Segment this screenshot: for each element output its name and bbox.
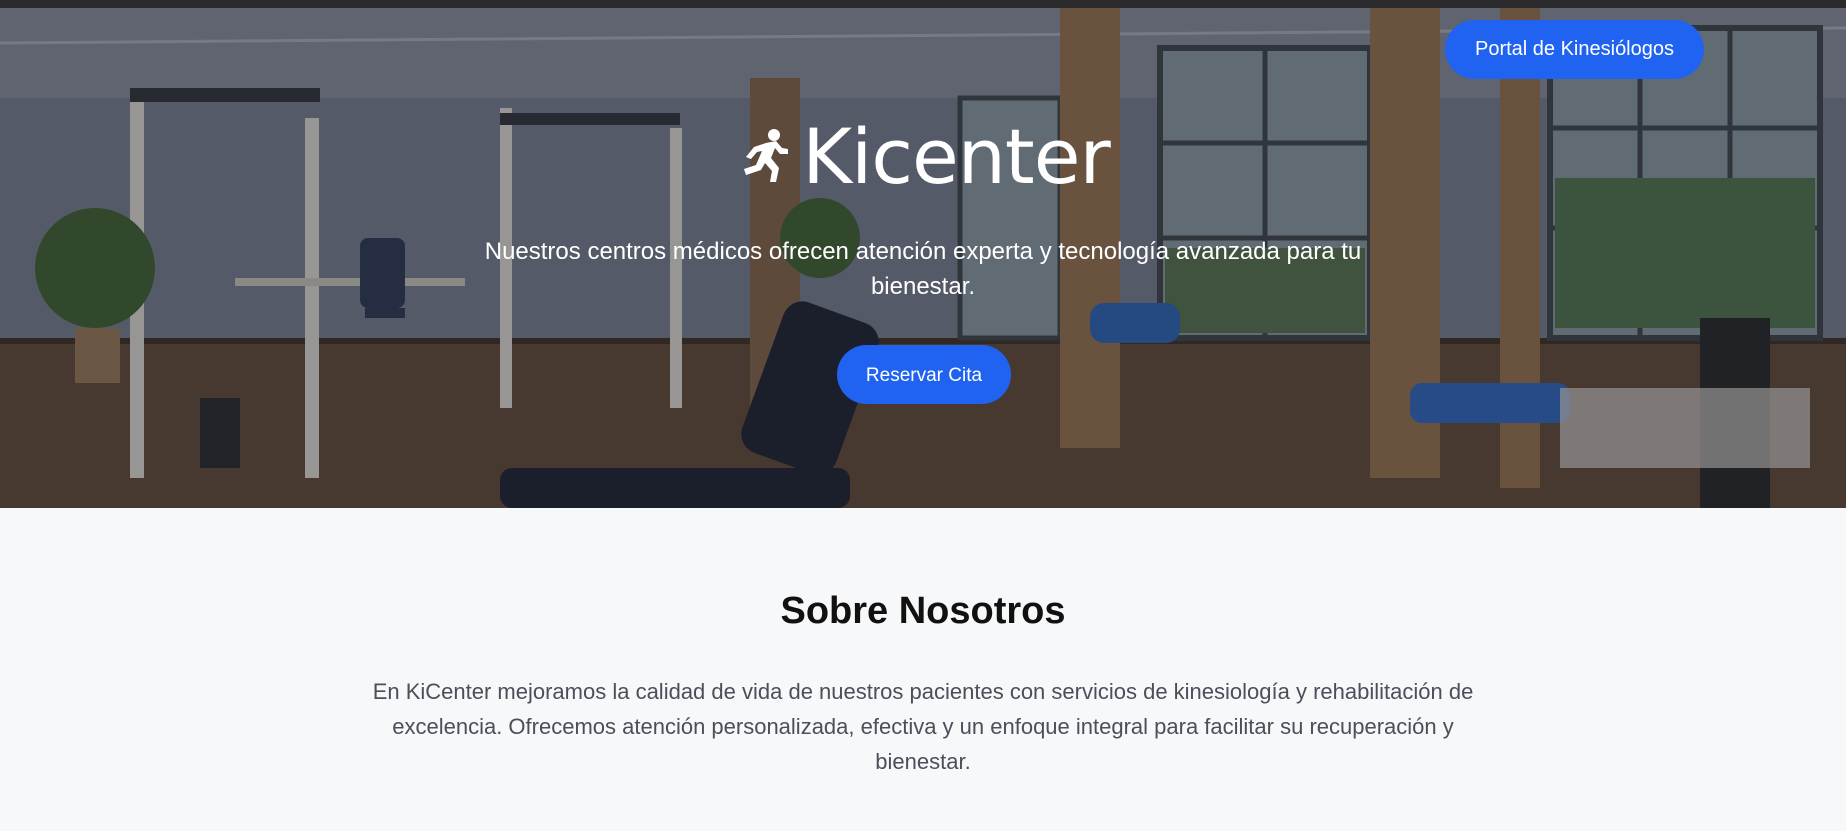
hero-tagline: Nuestros centros médicos ofrecen atenció… bbox=[484, 238, 1362, 300]
portal-kinesiologos-button[interactable]: Portal de Kinesiólogos bbox=[1444, 20, 1704, 79]
runner-icon bbox=[744, 129, 789, 182]
reservar-cita-button[interactable]: Reservar Cita bbox=[837, 345, 1011, 404]
brand-logo[interactable]: Kicenter bbox=[0, 112, 1846, 202]
about-text: En KiCenter mejoramos la calidad de vida… bbox=[372, 679, 1474, 774]
top-bar bbox=[0, 0, 1846, 8]
brand-name: Kicenter bbox=[802, 112, 1110, 201]
about-title: Sobre Nosotros bbox=[780, 590, 1066, 632]
about-section: Sobre Nosotros En KiCenter mejoramos la … bbox=[0, 508, 1846, 831]
